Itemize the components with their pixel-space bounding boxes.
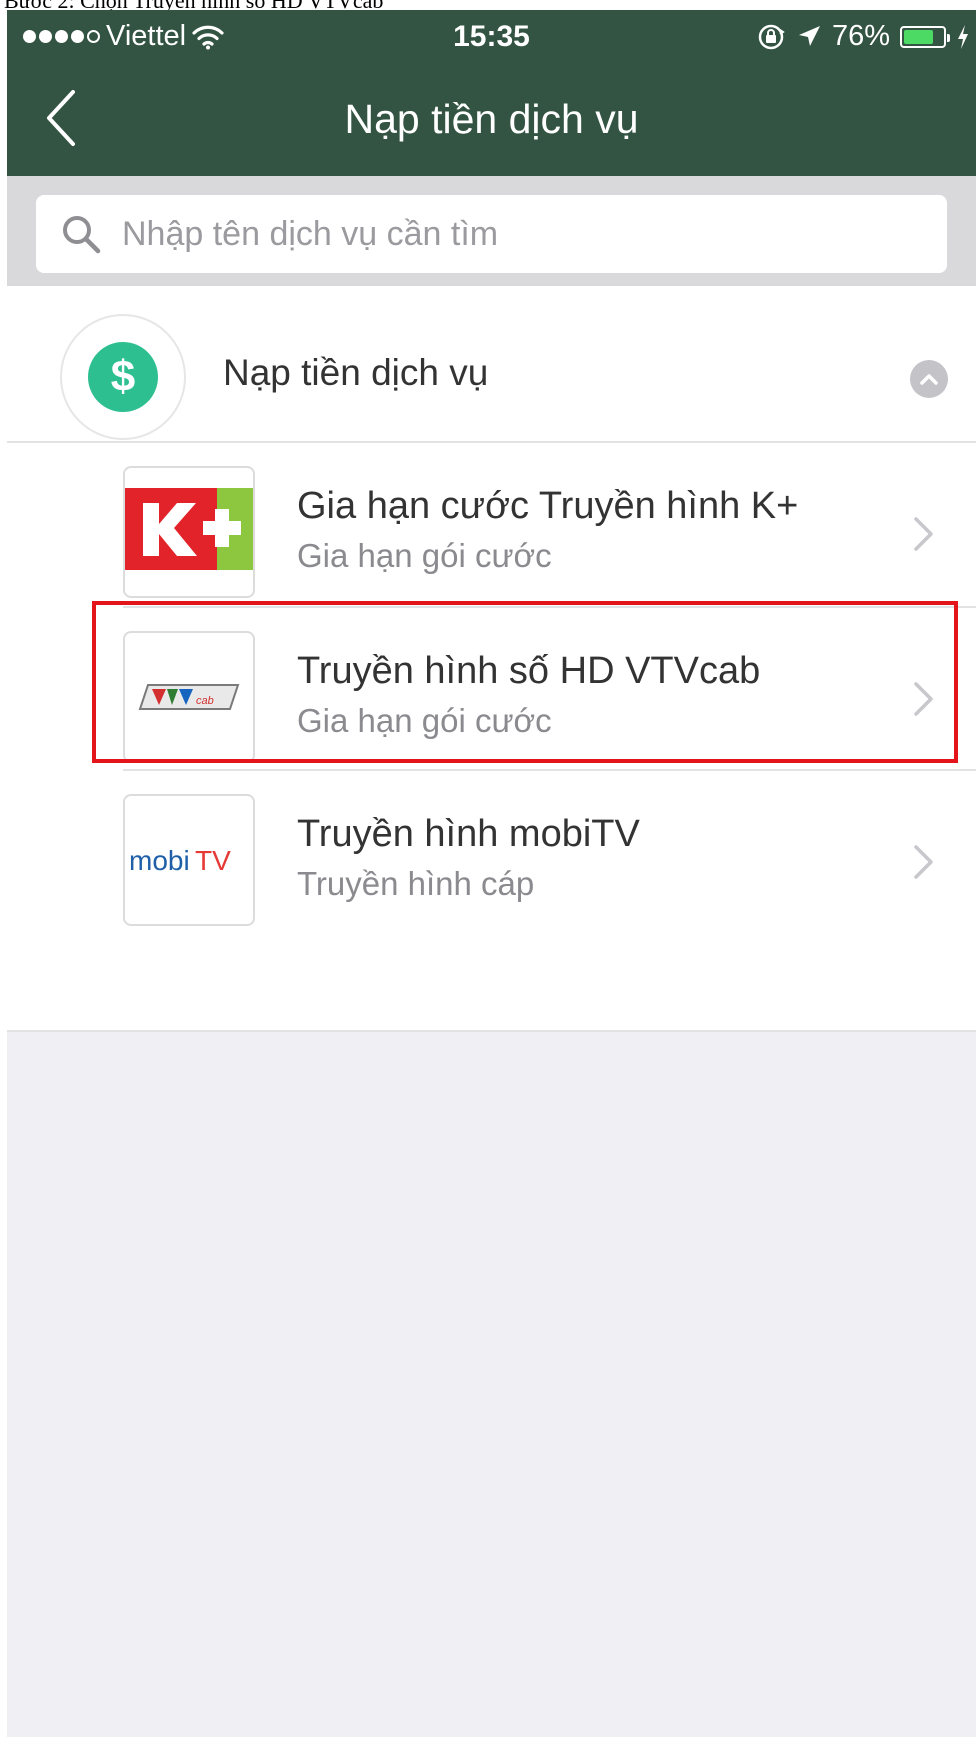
phone-screen: Viettel 15:35 76% Nạp tiền dịch vụ Nhập … — [7, 10, 976, 1737]
charging-icon — [958, 24, 968, 49]
rotation-lock-icon — [758, 24, 785, 49]
service-list: $ Nạp tiền dịch vụ Gia hạn cước Truyền h… — [7, 286, 976, 1032]
item-title: Truyền hình mobiTV — [297, 813, 640, 855]
search-icon — [63, 216, 101, 254]
location-icon — [798, 25, 820, 46]
dollar-icon: $ — [88, 342, 158, 412]
item-subtitle: Gia hạn gói cước — [297, 702, 552, 739]
search-field[interactable] — [36, 195, 947, 273]
item-subtitle: Gia hạn gói cước — [297, 537, 552, 574]
item-subtitle: Truyền hình cáp — [297, 865, 535, 902]
svg-text:cab: cab — [196, 695, 214, 707]
divider — [7, 1030, 976, 1032]
status-right: 76% — [756, 20, 970, 53]
list-item-vtvcab[interactable]: cab Truyền hình số HD VTVcab Gia hạn gói… — [7, 608, 976, 790]
category-label: Nạp tiền dịch vụ — [223, 352, 489, 393]
chevron-right-icon — [914, 682, 933, 716]
svg-text:TV: TV — [195, 845, 231, 876]
battery-icon — [900, 25, 950, 48]
item-title: Gia hạn cước Truyền hình K+ — [297, 485, 799, 527]
chevron-right-icon — [914, 845, 933, 879]
page-title: Nạp tiền dịch vụ — [344, 96, 639, 142]
mobitv-logo: mobi TV — [123, 794, 255, 926]
list-item-mobitv[interactable]: mobi TV Truyền hình mobiTV Truyền hình c… — [7, 771, 976, 953]
navigation-bar: Nạp tiền dịch vụ — [7, 68, 976, 176]
status-bar: Viettel 15:35 76% — [7, 10, 976, 60]
search-bar — [7, 176, 976, 286]
search-input[interactable] — [120, 213, 924, 255]
collapse-button[interactable] — [910, 360, 948, 398]
chevron-right-icon — [914, 517, 933, 551]
vtvcab-logo: cab — [123, 631, 255, 763]
header: Viettel 15:35 76% Nạp tiền dịch vụ — [7, 10, 976, 176]
item-title: Truyền hình số HD VTVcab — [297, 650, 761, 692]
chevron-up-icon — [920, 374, 938, 385]
category-icon-frame: $ — [60, 314, 186, 440]
kplus-logo — [123, 466, 255, 598]
svg-text:mobi: mobi — [129, 845, 190, 876]
battery-percent: 76% — [831, 20, 890, 52]
list-item-kplus[interactable]: Gia hạn cước Truyền hình K+ Gia hạn gói … — [7, 443, 976, 625]
